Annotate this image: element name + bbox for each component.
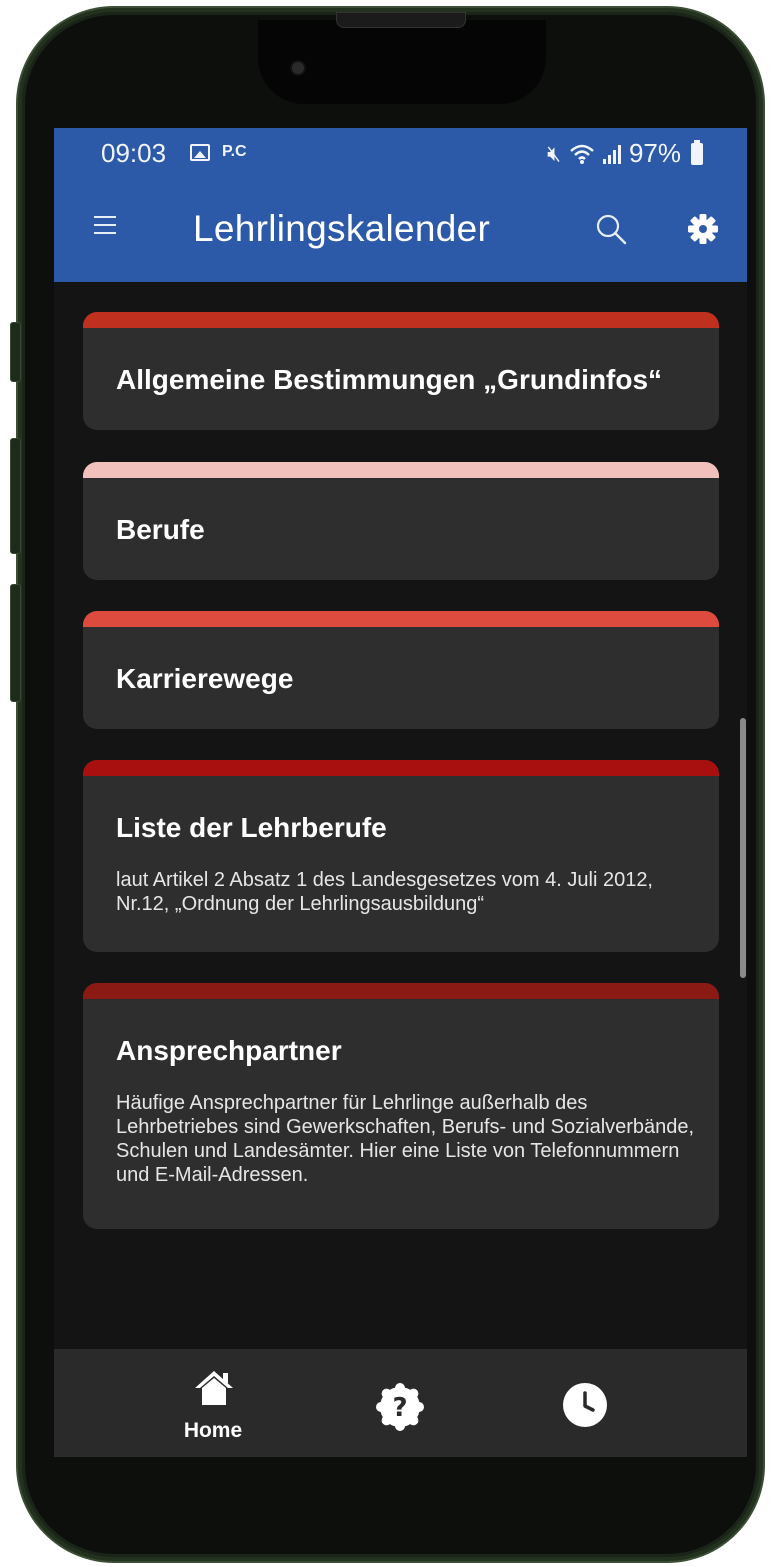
- side-button: [10, 584, 21, 702]
- card-accent-stripe: [83, 760, 719, 776]
- svg-text:?: ?: [392, 1393, 407, 1423]
- menu-icon[interactable]: [94, 216, 116, 236]
- card-title: Allgemeine Bestimmungen „Grundinfos“: [116, 364, 663, 395]
- battery-icon: [691, 139, 703, 165]
- app-bar: Lehrlingskalender: [54, 178, 747, 282]
- card-accent-stripe: [83, 983, 719, 999]
- card-description: laut Artikel 2 Absatz 1 des Landesgesetz…: [116, 869, 653, 915]
- status-bar: 09:03 P.C 🔇︎ 97%: [54, 128, 747, 178]
- mute-icon: 🔇︎: [547, 140, 561, 166]
- status-right: 🔇︎ 97%: [547, 138, 703, 169]
- search-icon[interactable]: [594, 212, 628, 246]
- wifi-icon: [570, 144, 594, 164]
- clock-icon[interactable]: [561, 1381, 609, 1429]
- card-ansprechpartner[interactable]: Ansprechpartner Häufige Ansprechpartner …: [83, 983, 719, 1229]
- front-camera: [290, 60, 306, 76]
- page-title: Lehrlingskalender: [193, 208, 491, 249]
- card-accent-stripe: [83, 462, 719, 478]
- card-accent-stripe: [83, 611, 719, 627]
- home-icon: [195, 1371, 233, 1405]
- nav-home[interactable]: Home: [171, 1349, 255, 1457]
- signal-icon: [602, 144, 621, 164]
- card-title: Berufe: [116, 514, 205, 545]
- card-accent-stripe: [83, 312, 719, 328]
- card-title: Karrierewege: [116, 663, 294, 694]
- card-liste-der-lehrberufe[interactable]: Liste der Lehrberufe laut Artikel 2 Absa…: [83, 760, 719, 952]
- battery-percent: 97%: [628, 138, 681, 168]
- app-screen: 09:03 P.C 🔇︎ 97% Lehrlingskalender Allge…: [54, 128, 747, 1457]
- card-allgemeine-bestimmungen[interactable]: Allgemeine Bestimmungen „Grundinfos“: [83, 312, 719, 430]
- phone-speaker: [336, 12, 466, 28]
- card-berufe[interactable]: Berufe: [83, 462, 719, 580]
- image-notification-icon: [190, 144, 210, 161]
- card-description: Häufige Ansprechpartner für Lehrlinge au…: [116, 1092, 695, 1186]
- card-title: Liste der Lehrberufe: [116, 812, 387, 843]
- home-content: Allgemeine Bestimmungen „Grundinfos“ Ber…: [54, 282, 747, 1349]
- carrier-badge: P.C: [222, 143, 247, 160]
- side-button: [10, 438, 21, 554]
- help-icon[interactable]: ?: [376, 1383, 424, 1431]
- nav-home-label: Home: [183, 1419, 243, 1442]
- card-karrierewege[interactable]: Karrierewege: [83, 611, 719, 729]
- side-button: [10, 322, 21, 382]
- scrollbar[interactable]: [740, 718, 746, 978]
- gear-icon[interactable]: [686, 212, 720, 246]
- bottom-navigation: Home ?: [54, 1349, 747, 1457]
- status-time: 09:03: [101, 138, 167, 168]
- card-title: Ansprechpartner: [116, 1035, 342, 1066]
